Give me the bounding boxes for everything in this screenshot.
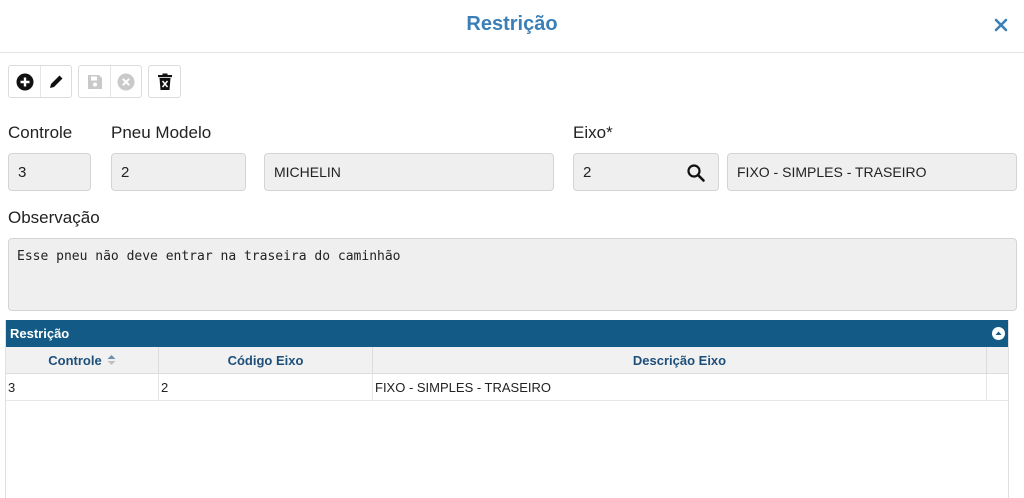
save-icon [87, 74, 102, 89]
dialog-header: Restrição [0, 0, 1024, 53]
column-header-row: Controle Código Eixo Descrição Eixo [6, 347, 1008, 374]
add-button[interactable] [9, 66, 40, 97]
add-icon [16, 73, 33, 90]
dialog-title: Restrição [466, 13, 558, 35]
cell-controle: 3 [6, 374, 159, 400]
pneu-modelo-description: MICHELIN [264, 153, 554, 191]
close-icon [994, 18, 1008, 32]
sort-icon [107, 355, 116, 365]
delete-button[interactable] [149, 66, 180, 97]
edit-icon [50, 75, 63, 88]
grid-title: Restrição [10, 326, 70, 341]
search-icon[interactable] [686, 163, 706, 183]
column-descricao-eixo[interactable]: Descrição Eixo [373, 347, 987, 373]
grid-header: Restrição [6, 320, 1008, 347]
column-codigo-eixo[interactable]: Código Eixo [159, 347, 373, 373]
toolbar-group-delete [148, 65, 181, 98]
edit-button[interactable] [40, 66, 71, 97]
toolbar-group-save [78, 65, 142, 98]
column-filler [987, 347, 1008, 373]
table-row[interactable]: 3 2 FIXO - SIMPLES - TRASEIRO [6, 374, 1008, 401]
eixo-value: 2 [583, 163, 592, 181]
eixo-label: Eixo* [573, 123, 613, 142]
cell-codigo-eixo: 2 [159, 374, 373, 400]
cell-filler [987, 374, 1008, 400]
controle-field[interactable]: 3 [8, 153, 91, 191]
pneu-modelo-label: Pneu Modelo [111, 123, 212, 142]
observacao-textarea[interactable]: Esse pneu não deve entrar na traseira do… [8, 238, 1017, 311]
cell-descricao-eixo: FIXO - SIMPLES - TRASEIRO [373, 374, 987, 400]
eixo-field[interactable]: 2 [573, 153, 719, 191]
column-controle-label: Controle [48, 352, 102, 368]
restricao-grid: Restrição Controle Código Eixo Descrição… [5, 320, 1009, 498]
save-button[interactable] [79, 66, 110, 97]
collapse-icon[interactable] [992, 327, 1005, 340]
close-button[interactable] [990, 12, 1012, 38]
cancel-icon [117, 73, 135, 90]
pneu-modelo-field[interactable]: 2 [111, 153, 246, 191]
toolbar [8, 65, 181, 98]
delete-icon [157, 73, 172, 90]
column-controle[interactable]: Controle [6, 347, 159, 373]
controle-label: Controle [8, 123, 73, 142]
eixo-description: FIXO - SIMPLES - TRASEIRO [727, 153, 1017, 191]
toolbar-group-edit [8, 65, 72, 98]
cancel-button[interactable] [110, 66, 141, 97]
observacao-label: Observação [8, 208, 100, 227]
